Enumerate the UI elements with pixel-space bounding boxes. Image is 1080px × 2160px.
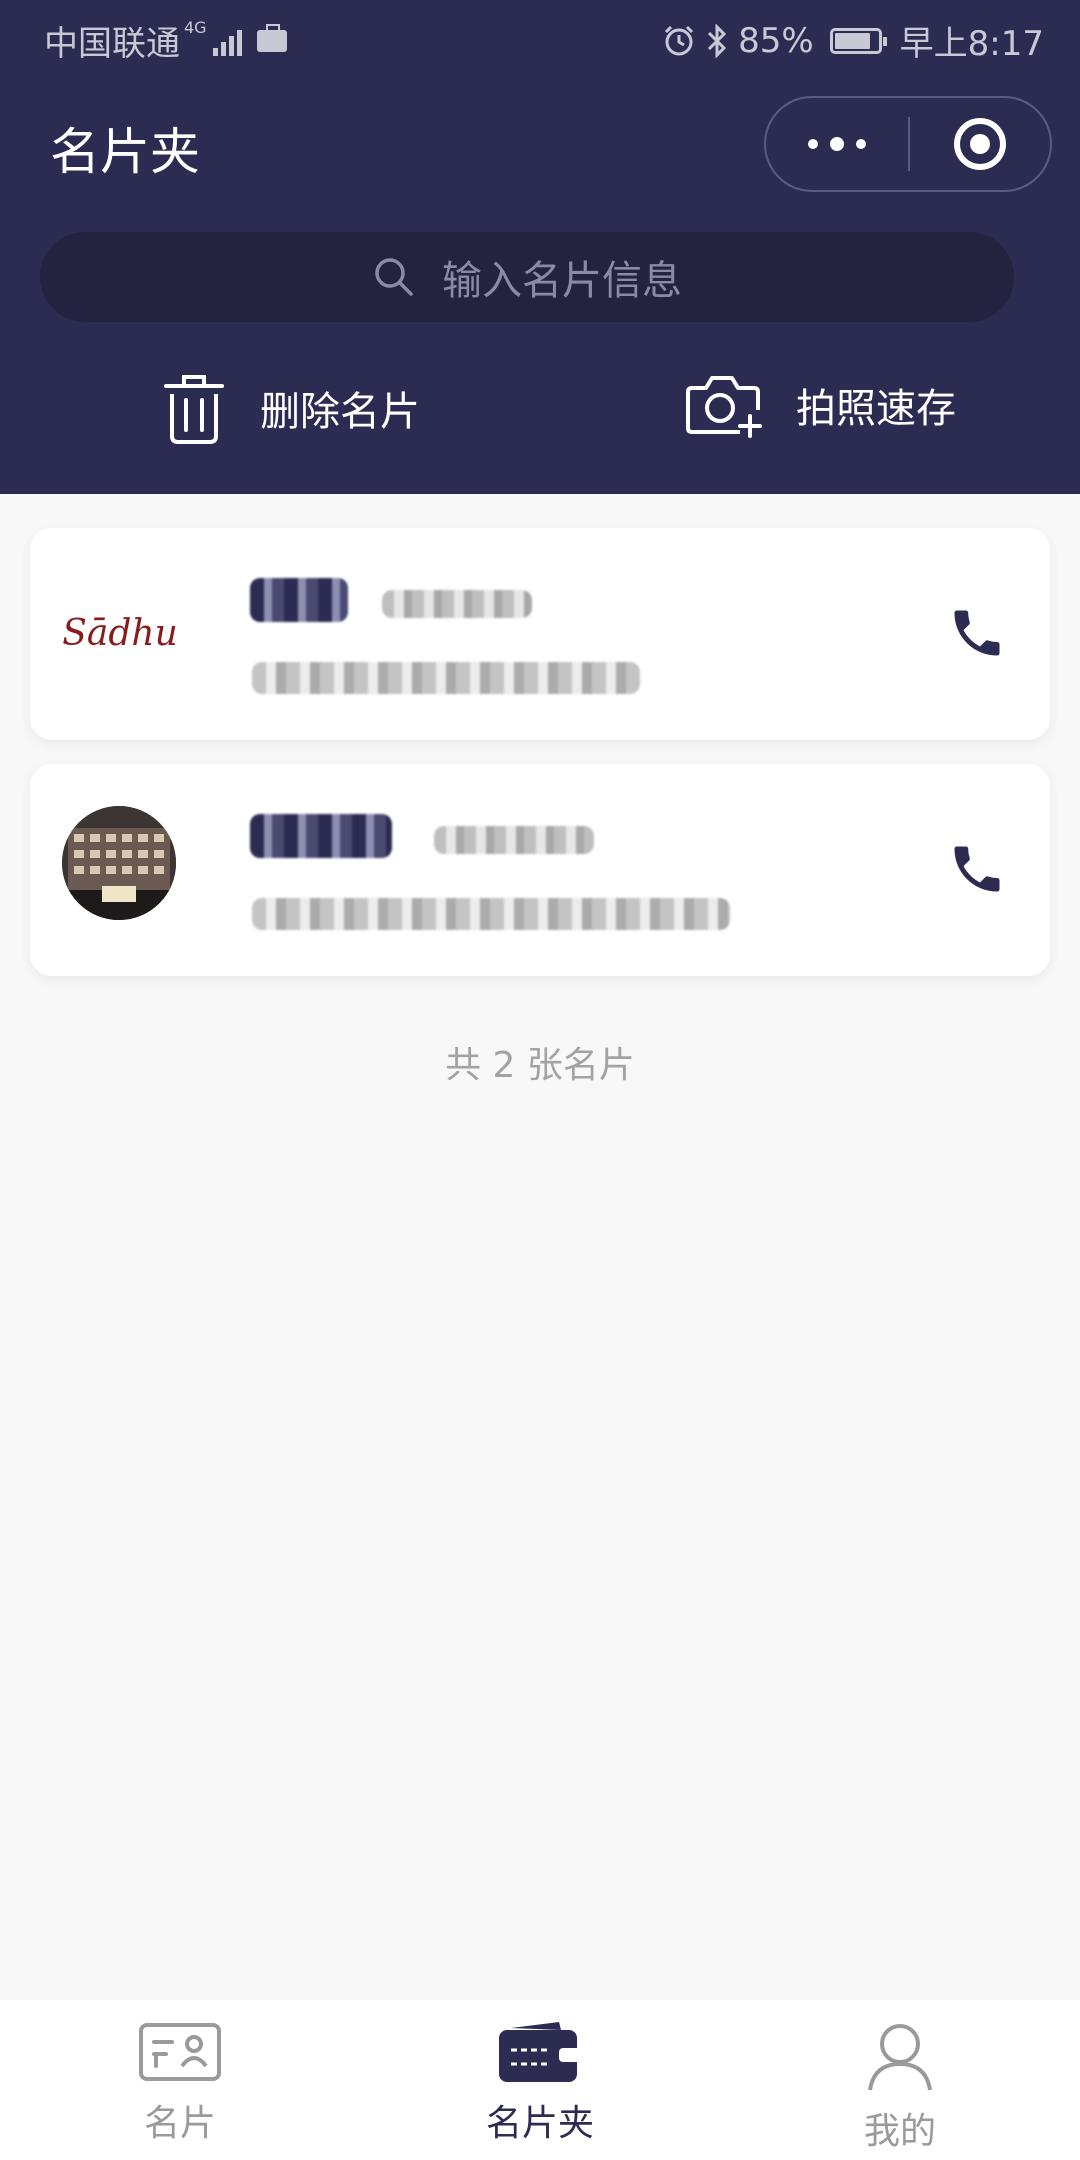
more-dot-icon [830,137,844,151]
mini-program-capsule [764,96,1052,192]
network-type-label: 4G [184,18,207,37]
tab-mine-label: 我的 [863,2111,936,2152]
call-button[interactable] [944,836,1010,902]
redacted-name [250,814,392,858]
tab-bar: 名片 名片夹 我的 [0,2000,1080,2160]
person-icon [868,2024,932,2091]
carrier-label: 中国联通 [44,24,180,64]
phone-icon [954,610,1000,656]
more-dot-icon [856,139,866,149]
redacted-title [382,590,532,618]
redacted-title [434,826,594,854]
tab-cards[interactable]: 名片 [0,2000,360,2160]
redacted-company [252,898,730,930]
search-placeholder: 输入名片信息 [442,258,682,304]
tab-card-holder[interactable]: 名片夹 [360,2000,720,2160]
trash-icon [164,375,224,444]
search-icon [375,258,413,296]
card-count: 共 2 张名片 [445,1045,635,1086]
call-button[interactable] [944,600,1010,666]
alarm-icon [665,25,694,55]
business-card[interactable] [30,764,1050,976]
tab-mine[interactable]: 我的 [720,2000,1080,2160]
battery-icon [829,27,887,54]
photo-save-label: 拍照速存 [796,386,956,432]
bluetooth-icon [708,23,727,58]
photo-save-button[interactable]: 拍照速存 [684,372,956,438]
signal-icon [212,26,245,56]
delete-card-label: 删除名片 [260,389,420,435]
camera-plus-icon [686,376,762,438]
close-button[interactable] [910,98,1050,190]
more-dot-icon [808,139,818,149]
battery-percent: 85% [738,20,814,61]
tab-card-holder-label: 名片夹 [485,2103,594,2144]
status-bar: 中国联通 4G 85% 早上8:17 [0,0,1080,72]
search-input[interactable]: 输入名片信息 [40,232,1014,322]
wallet-icon [499,2022,581,2082]
redacted-name [250,578,348,622]
more-button[interactable] [766,98,908,190]
briefcase-icon [256,23,287,52]
tab-cards-label: 名片 [143,2103,216,2144]
delete-card-button[interactable]: 删除名片 [162,372,420,444]
card-icon [139,2023,221,2081]
redacted-company [252,662,640,694]
clock: 早上8:17 [899,24,1044,64]
header: 中国联通 4G 85% 早上8:17 名片夹 输入名片信息 删除名片 拍照速存 [0,0,1080,494]
target-icon [954,118,1006,170]
avatar [62,806,176,920]
page-title: 名片夹 [50,123,200,181]
company-logo: Sādhu [62,612,178,654]
business-card[interactable]: Sādhu [30,528,1050,740]
phone-icon [954,846,1000,892]
